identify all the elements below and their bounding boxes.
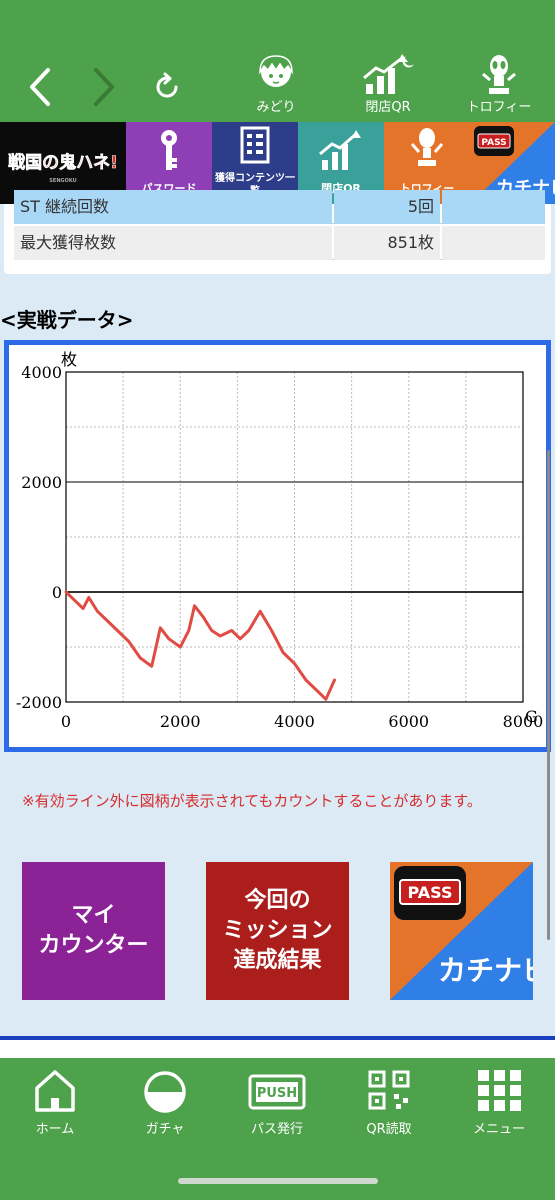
mission-result-button[interactable]: 今回の ミッション 達成結果 <box>206 862 349 1000</box>
stats-table: ST 継続回数 5回 最大獲得枚数 851枚 <box>4 190 551 274</box>
top-navigation-bar: みどり 閉店QR トロフィー <box>0 0 555 122</box>
row-value: 5回 <box>334 190 440 224</box>
home-icon <box>35 1070 75 1112</box>
svg-text:戦国の鬼ハネ!: 戦国の鬼ハネ! <box>8 152 118 173</box>
character-icon <box>259 55 293 87</box>
chart-up-icon <box>319 130 361 170</box>
row-value: 851枚 <box>334 226 440 260</box>
line-chart: 0 2000 4000 6000 8000400020000-2000 枚 G <box>16 350 543 731</box>
divider <box>0 1036 555 1040</box>
x-tick-label: 6000 <box>388 712 429 731</box>
scrollbar[interactable] <box>547 450 550 940</box>
table-row: ST 継続回数 5回 <box>14 190 545 224</box>
chevron-left-icon[interactable] <box>26 62 56 112</box>
y-tick-label: -2000 <box>16 693 62 712</box>
bottom-nav-label: QR読取 <box>366 1122 412 1137</box>
row-extra <box>442 226 545 260</box>
bottom-nav-pass[interactable]: PUSH パス発行 <box>232 1066 322 1137</box>
menu-grid-icon <box>478 1070 521 1111</box>
notice-text: ※有効ライン外に図柄が表示されてもカウントすることがあります。 <box>22 792 482 810</box>
home-indicator <box>178 1178 378 1184</box>
section-title: <実戦データ> <box>0 308 134 332</box>
y-tick-label: 4000 <box>21 363 62 382</box>
svg-text:SENGOKU: SENGOKU <box>49 178 76 184</box>
bottom-nav-label: ホーム <box>35 1122 75 1137</box>
nav-item-label: みどり <box>256 100 296 115</box>
bottom-nav-menu[interactable]: メニュー <box>454 1066 544 1137</box>
row-label: ST 継続回数 <box>14 190 332 224</box>
x-tick-label: 0 <box>61 712 71 731</box>
row-label: 最大獲得枚数 <box>14 226 332 260</box>
y-tick-label: 2000 <box>21 473 62 492</box>
main-content: ST 継続回数 5回 最大獲得枚数 851枚 <実戦データ> 0 2000 4000… <box>0 190 555 1036</box>
bottom-nav-label: パス発行 <box>250 1122 303 1137</box>
nav-item-label: トロフィー <box>466 100 532 115</box>
x-tick-label: 4000 <box>274 712 315 731</box>
svg-text:PASS: PASS <box>481 138 506 148</box>
my-counter-button[interactable]: マイ カウンター <box>22 862 165 1000</box>
bottom-nav-label: メニュー <box>472 1122 525 1137</box>
chevron-right-icon[interactable] <box>88 62 118 112</box>
play-data-chart: 0 2000 4000 6000 8000 4000 2000 0 -2000 枚 G <box>4 340 551 752</box>
svg-text:PASS: PASS <box>408 883 453 902</box>
x-axis-label: G <box>525 707 538 726</box>
document-icon <box>240 126 270 164</box>
table-row: 最大獲得枚数 851枚 <box>14 226 545 260</box>
svg-text:PUSH: PUSH <box>257 1086 297 1101</box>
reload-icon[interactable] <box>152 72 182 102</box>
bottom-nav-gacha[interactable]: ガチャ <box>120 1066 210 1137</box>
push-icon: PUSH <box>248 1074 306 1110</box>
y-axis-label: 枚 <box>61 350 77 369</box>
app-link-button[interactable]: PASS カチナビ <box>390 862 533 1000</box>
y-tick-label: 0 <box>52 583 62 602</box>
qr-icon <box>368 1070 410 1110</box>
gacha-icon <box>144 1071 186 1113</box>
bottom-nav-home[interactable]: ホーム <box>10 1066 100 1137</box>
app-logo-icon: PASS カチナビ <box>390 862 533 1000</box>
bottom-nav-label: ガチャ <box>145 1122 185 1137</box>
chart-up-icon <box>363 54 414 94</box>
x-tick-label: 2000 <box>160 712 201 731</box>
trophy-icon <box>410 128 444 166</box>
nav-item-label: 閉店QR <box>365 100 411 115</box>
trophy-icon <box>482 55 516 94</box>
key-icon <box>161 130 177 170</box>
row-extra <box>442 190 545 224</box>
svg-text:カチナビ: カチナビ <box>438 954 533 987</box>
bottom-nav-qr[interactable]: QR読取 <box>344 1066 434 1137</box>
